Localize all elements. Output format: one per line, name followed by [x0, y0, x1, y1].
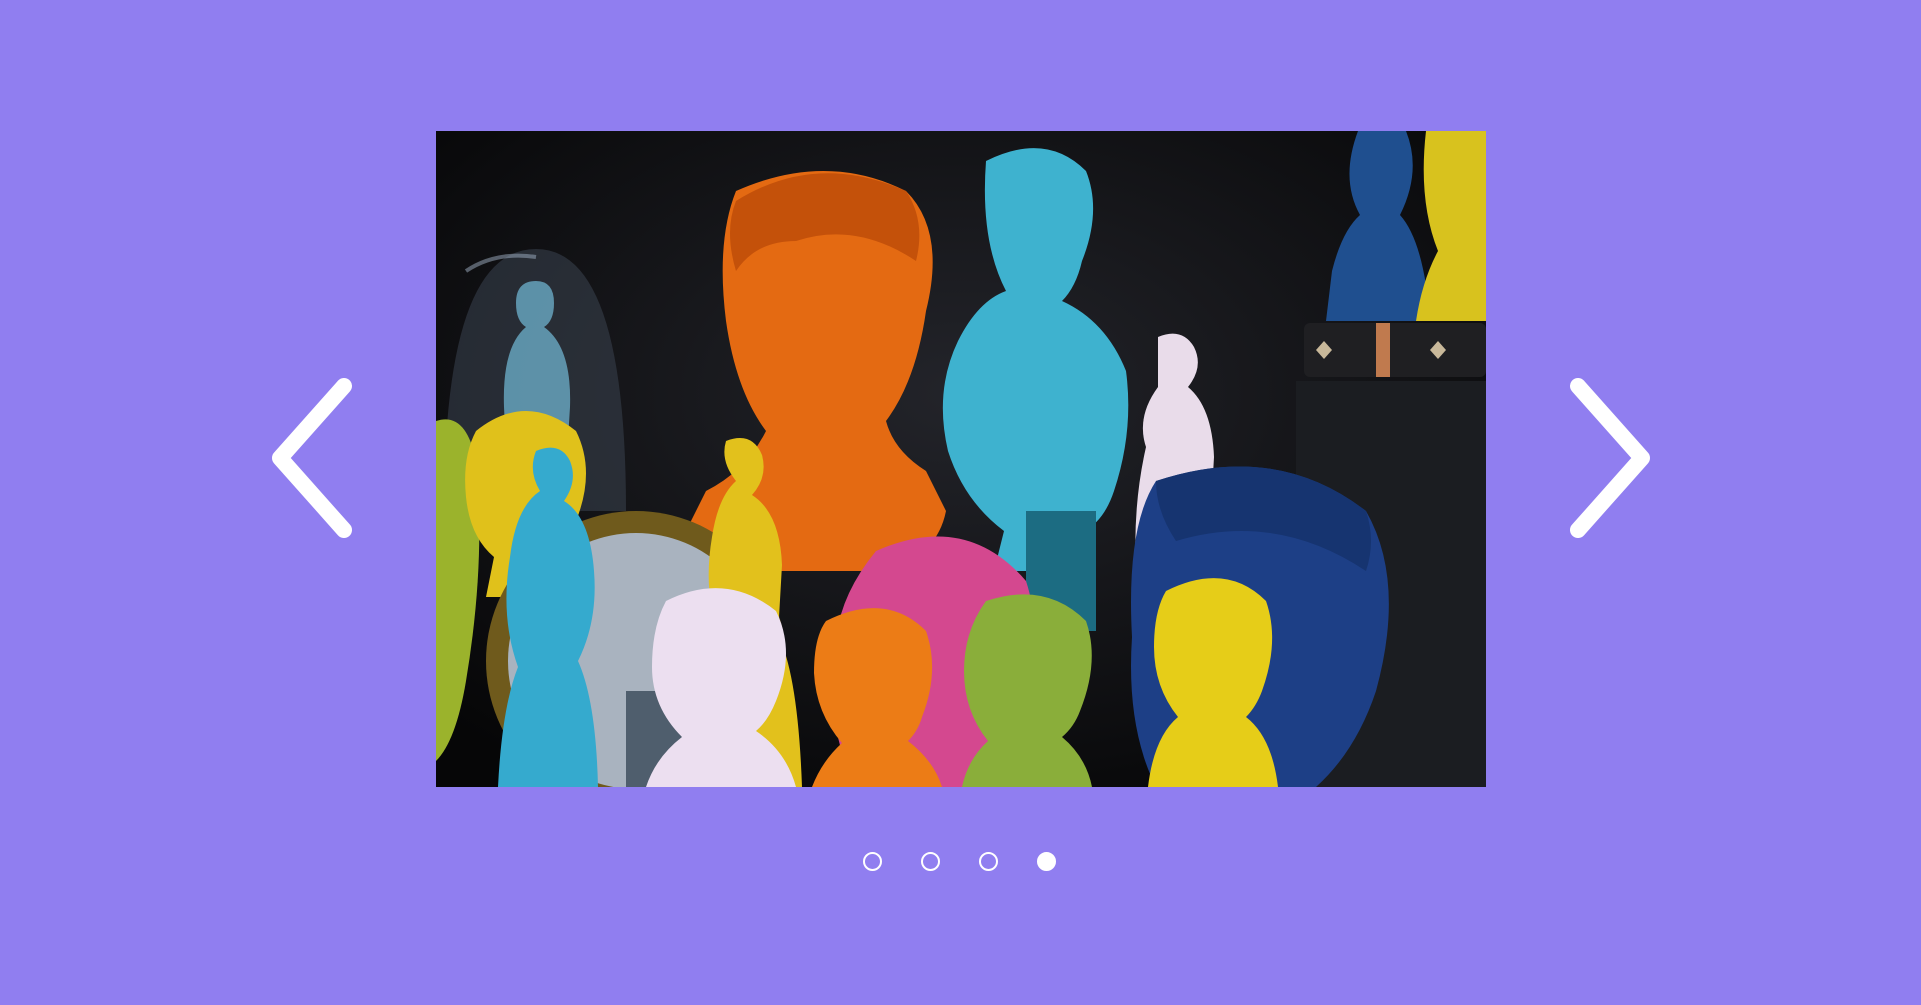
slide-indicators [0, 852, 1920, 871]
next-slide-button[interactable] [1556, 372, 1666, 542]
chevron-left-icon [272, 378, 352, 538]
slide-indicator-3[interactable] [979, 852, 998, 871]
slide-image [436, 131, 1486, 787]
image-carousel [0, 0, 1921, 1005]
slide-indicator-1[interactable] [863, 852, 882, 871]
previous-slide-button[interactable] [256, 372, 366, 542]
slide-indicator-2[interactable] [921, 852, 940, 871]
slide-indicator-4-active[interactable] [1037, 852, 1056, 871]
chevron-right-icon [1570, 378, 1650, 538]
statue-photo [436, 131, 1486, 787]
